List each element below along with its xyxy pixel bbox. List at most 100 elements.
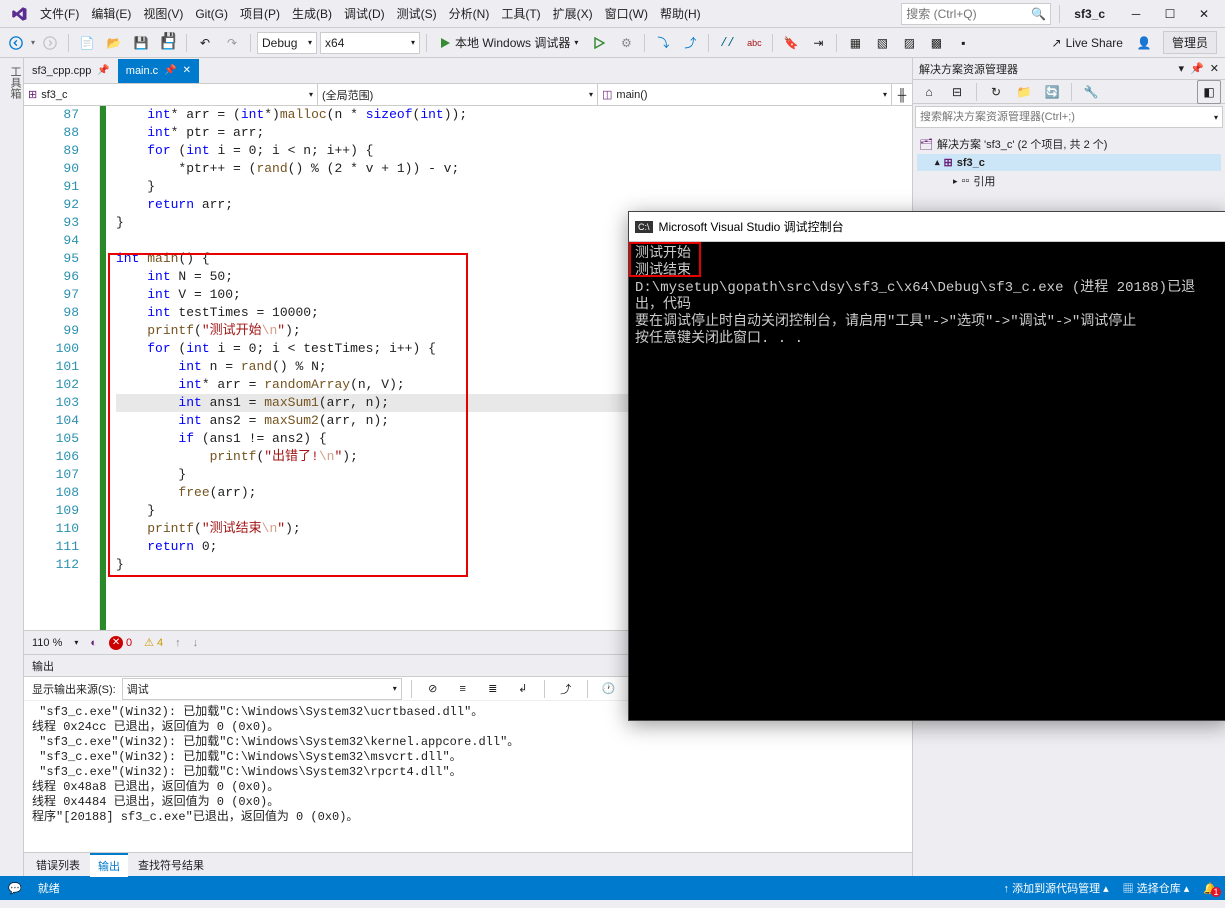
play-icon — [439, 37, 451, 49]
statusbar: 💬 就绪 ↑ 添加到源代码管理 ▴ ▦ 选择仓库 ▴ 🔔1 — [0, 876, 1225, 900]
bottom-tab[interactable]: 输出 — [90, 853, 128, 877]
panel-close-icon[interactable]: ✕ — [1210, 62, 1219, 75]
layout2-button[interactable]: ▧ — [870, 31, 894, 55]
feedback-button[interactable]: 👤 — [1132, 31, 1156, 55]
save-all-button[interactable]: 💾💾 — [156, 31, 180, 55]
start-debugging-button[interactable]: 本地 Windows 调试器 ▾ — [433, 31, 584, 55]
new-project-button[interactable]: 📄 — [75, 31, 99, 55]
nav-project-dropdown[interactable]: ⊞ sf3_c▾ — [24, 84, 318, 105]
platform-dropdown[interactable]: x64▾ — [320, 32, 420, 54]
nav-up-button[interactable]: ↑ — [175, 637, 181, 649]
select-repo-button[interactable]: ▦ 选择仓库 ▴ — [1123, 880, 1190, 896]
output-text[interactable]: "sf3_c.exe"(Win32): 已加载"C:\Windows\Syste… — [24, 701, 912, 852]
menu-item[interactable]: 帮助(H) — [654, 3, 707, 25]
output-timestamp-button[interactable]: 🕐 — [597, 677, 621, 701]
nav-down-button[interactable]: ↓ — [193, 637, 199, 649]
se-view-button[interactable]: ◧ — [1197, 80, 1221, 104]
warning-count[interactable]: ⚠4 — [144, 636, 163, 649]
menu-item[interactable]: 分析(N) — [443, 3, 496, 25]
bookmark-button[interactable]: 🔖 — [779, 31, 803, 55]
menu-item[interactable]: 生成(B) — [286, 3, 338, 25]
solution-tree: 🗂 解决方案 'sf3_c' (2 个项目, 共 2 个) ▴ ⊞ sf3_c … — [913, 130, 1225, 195]
layout3-button[interactable]: ▨ — [897, 31, 921, 55]
output-goto-button[interactable]: ⤴ — [554, 677, 578, 701]
source-control-button[interactable]: ↑ 添加到源代码管理 ▴ — [1004, 880, 1109, 896]
panel-pin-icon[interactable]: 📌 — [1190, 62, 1204, 75]
se-properties-button[interactable]: 🔧 — [1079, 80, 1103, 104]
configuration-dropdown[interactable]: Debug▾ — [257, 32, 317, 54]
layout4-button[interactable]: ▩ — [924, 31, 948, 55]
open-button[interactable]: 📂 — [102, 31, 126, 55]
menu-item[interactable]: 扩展(X) — [547, 3, 599, 25]
solution-explorer-search[interactable]: ▾ — [915, 106, 1223, 128]
console-output[interactable]: 测试开始测试结束D:\mysetup\gopath\src\dsy\sf3_c\… — [629, 242, 1225, 720]
tree-project-node[interactable]: ▴ ⊞ sf3_c — [917, 154, 1221, 171]
output-clear-button[interactable]: ⊘ — [421, 677, 445, 701]
menu-item[interactable]: 文件(F) — [34, 3, 85, 25]
menu-item[interactable]: 项目(P) — [234, 3, 286, 25]
error-count[interactable]: ✕0 — [109, 636, 132, 650]
indent-button[interactable]: ⇥ — [806, 31, 830, 55]
pin-icon[interactable]: 📌 — [164, 65, 176, 76]
status-icon: 💬 — [8, 882, 22, 895]
expand-icon[interactable]: ▸ — [953, 176, 958, 187]
window-close-button[interactable]: ✕ — [1187, 3, 1221, 25]
tree-references-node[interactable]: ▸ ▫▫ 引用 — [917, 171, 1221, 191]
window-minimize-button[interactable]: ─ — [1119, 3, 1153, 25]
nav-back-button[interactable] — [4, 31, 28, 55]
bottom-tab[interactable]: 错误列表 — [28, 854, 88, 876]
se-collapse-button[interactable]: ⊟ — [945, 80, 969, 104]
editor-tab[interactable]: main.c📌✕ — [118, 59, 199, 83]
zoom-level[interactable]: 110 % — [32, 637, 62, 649]
references-icon: ▫▫ — [962, 175, 970, 187]
se-home-button[interactable]: ⌂ — [917, 80, 941, 104]
nav-forward-button[interactable] — [38, 31, 62, 55]
menu-item[interactable]: 视图(V) — [137, 3, 189, 25]
se-show-all-button[interactable]: 📁 — [1012, 80, 1036, 104]
output-toggle1-button[interactable]: ≡ — [451, 677, 475, 701]
build-button[interactable]: ⚙ — [614, 31, 638, 55]
console-titlebar[interactable]: C:\ Microsoft Visual Studio 调试控制台 — [629, 212, 1225, 242]
toolbox-sidebar-tab[interactable]: 工具箱 — [0, 58, 24, 876]
output-source-dropdown[interactable]: 调试▾ — [122, 678, 402, 700]
debug-console-window[interactable]: C:\ Microsoft Visual Studio 调试控制台 测试开始测试… — [628, 211, 1225, 721]
se-refresh-button[interactable]: 🔄 — [1040, 80, 1064, 104]
live-share-button[interactable]: ↗ Live Share — [1046, 34, 1129, 52]
tree-solution-node[interactable]: 🗂 解决方案 'sf3_c' (2 个项目, 共 2 个) — [917, 134, 1221, 154]
redo-button[interactable]: ↷ — [220, 31, 244, 55]
notifications-button[interactable]: 🔔1 — [1203, 882, 1217, 895]
global-search-input[interactable]: 🔍 — [901, 3, 1051, 25]
se-sync-button[interactable]: ↻ — [984, 80, 1008, 104]
layout5-button[interactable]: ▪ — [951, 31, 975, 55]
comment-button[interactable]: // — [715, 31, 739, 55]
layout1-button[interactable]: ▦ — [843, 31, 867, 55]
close-icon[interactable]: ✕ — [183, 65, 191, 76]
dropdown-icon[interactable]: ▾ — [31, 38, 35, 47]
nav-member-dropdown[interactable]: ◫ main()▾ — [598, 84, 892, 105]
step-over-button[interactable]: ⤴ — [678, 31, 702, 55]
output-wrap-button[interactable]: ↲ — [511, 677, 535, 701]
save-button[interactable]: 💾 — [129, 31, 153, 55]
nav-scope-dropdown[interactable]: (全局范围)▾ — [318, 84, 598, 105]
info-icon[interactable]: ◐ — [90, 637, 97, 649]
pin-icon[interactable]: 📌 — [97, 65, 109, 76]
start-without-debugging-button[interactable] — [587, 31, 611, 55]
undo-button[interactable]: ↶ — [193, 31, 217, 55]
menu-item[interactable]: 调试(D) — [338, 3, 391, 25]
window-maximize-button[interactable]: ☐ — [1153, 3, 1187, 25]
menu-item[interactable]: 工具(T) — [495, 3, 546, 25]
editor-tabs: sf3_cpp.cpp📌main.c📌✕ — [24, 58, 912, 84]
abc-button[interactable]: abc — [742, 31, 766, 55]
menu-item[interactable]: 窗口(W) — [599, 3, 654, 25]
admin-badge[interactable]: 管理员 — [1163, 31, 1217, 54]
menu-item[interactable]: 测试(S) — [391, 3, 443, 25]
panel-dropdown-icon[interactable]: ▾ — [1179, 62, 1185, 75]
editor-tab[interactable]: sf3_cpp.cpp📌 — [24, 59, 118, 83]
output-toggle2-button[interactable]: ≣ — [481, 677, 505, 701]
menu-item[interactable]: 编辑(E) — [85, 3, 137, 25]
step-into-button[interactable]: ⤵ — [651, 31, 675, 55]
menu-item[interactable]: Git(G) — [189, 3, 234, 25]
expand-icon[interactable]: ▴ — [935, 157, 940, 168]
split-editor-button[interactable]: ╫ — [892, 84, 912, 105]
bottom-tab[interactable]: 查找符号结果 — [130, 854, 212, 876]
